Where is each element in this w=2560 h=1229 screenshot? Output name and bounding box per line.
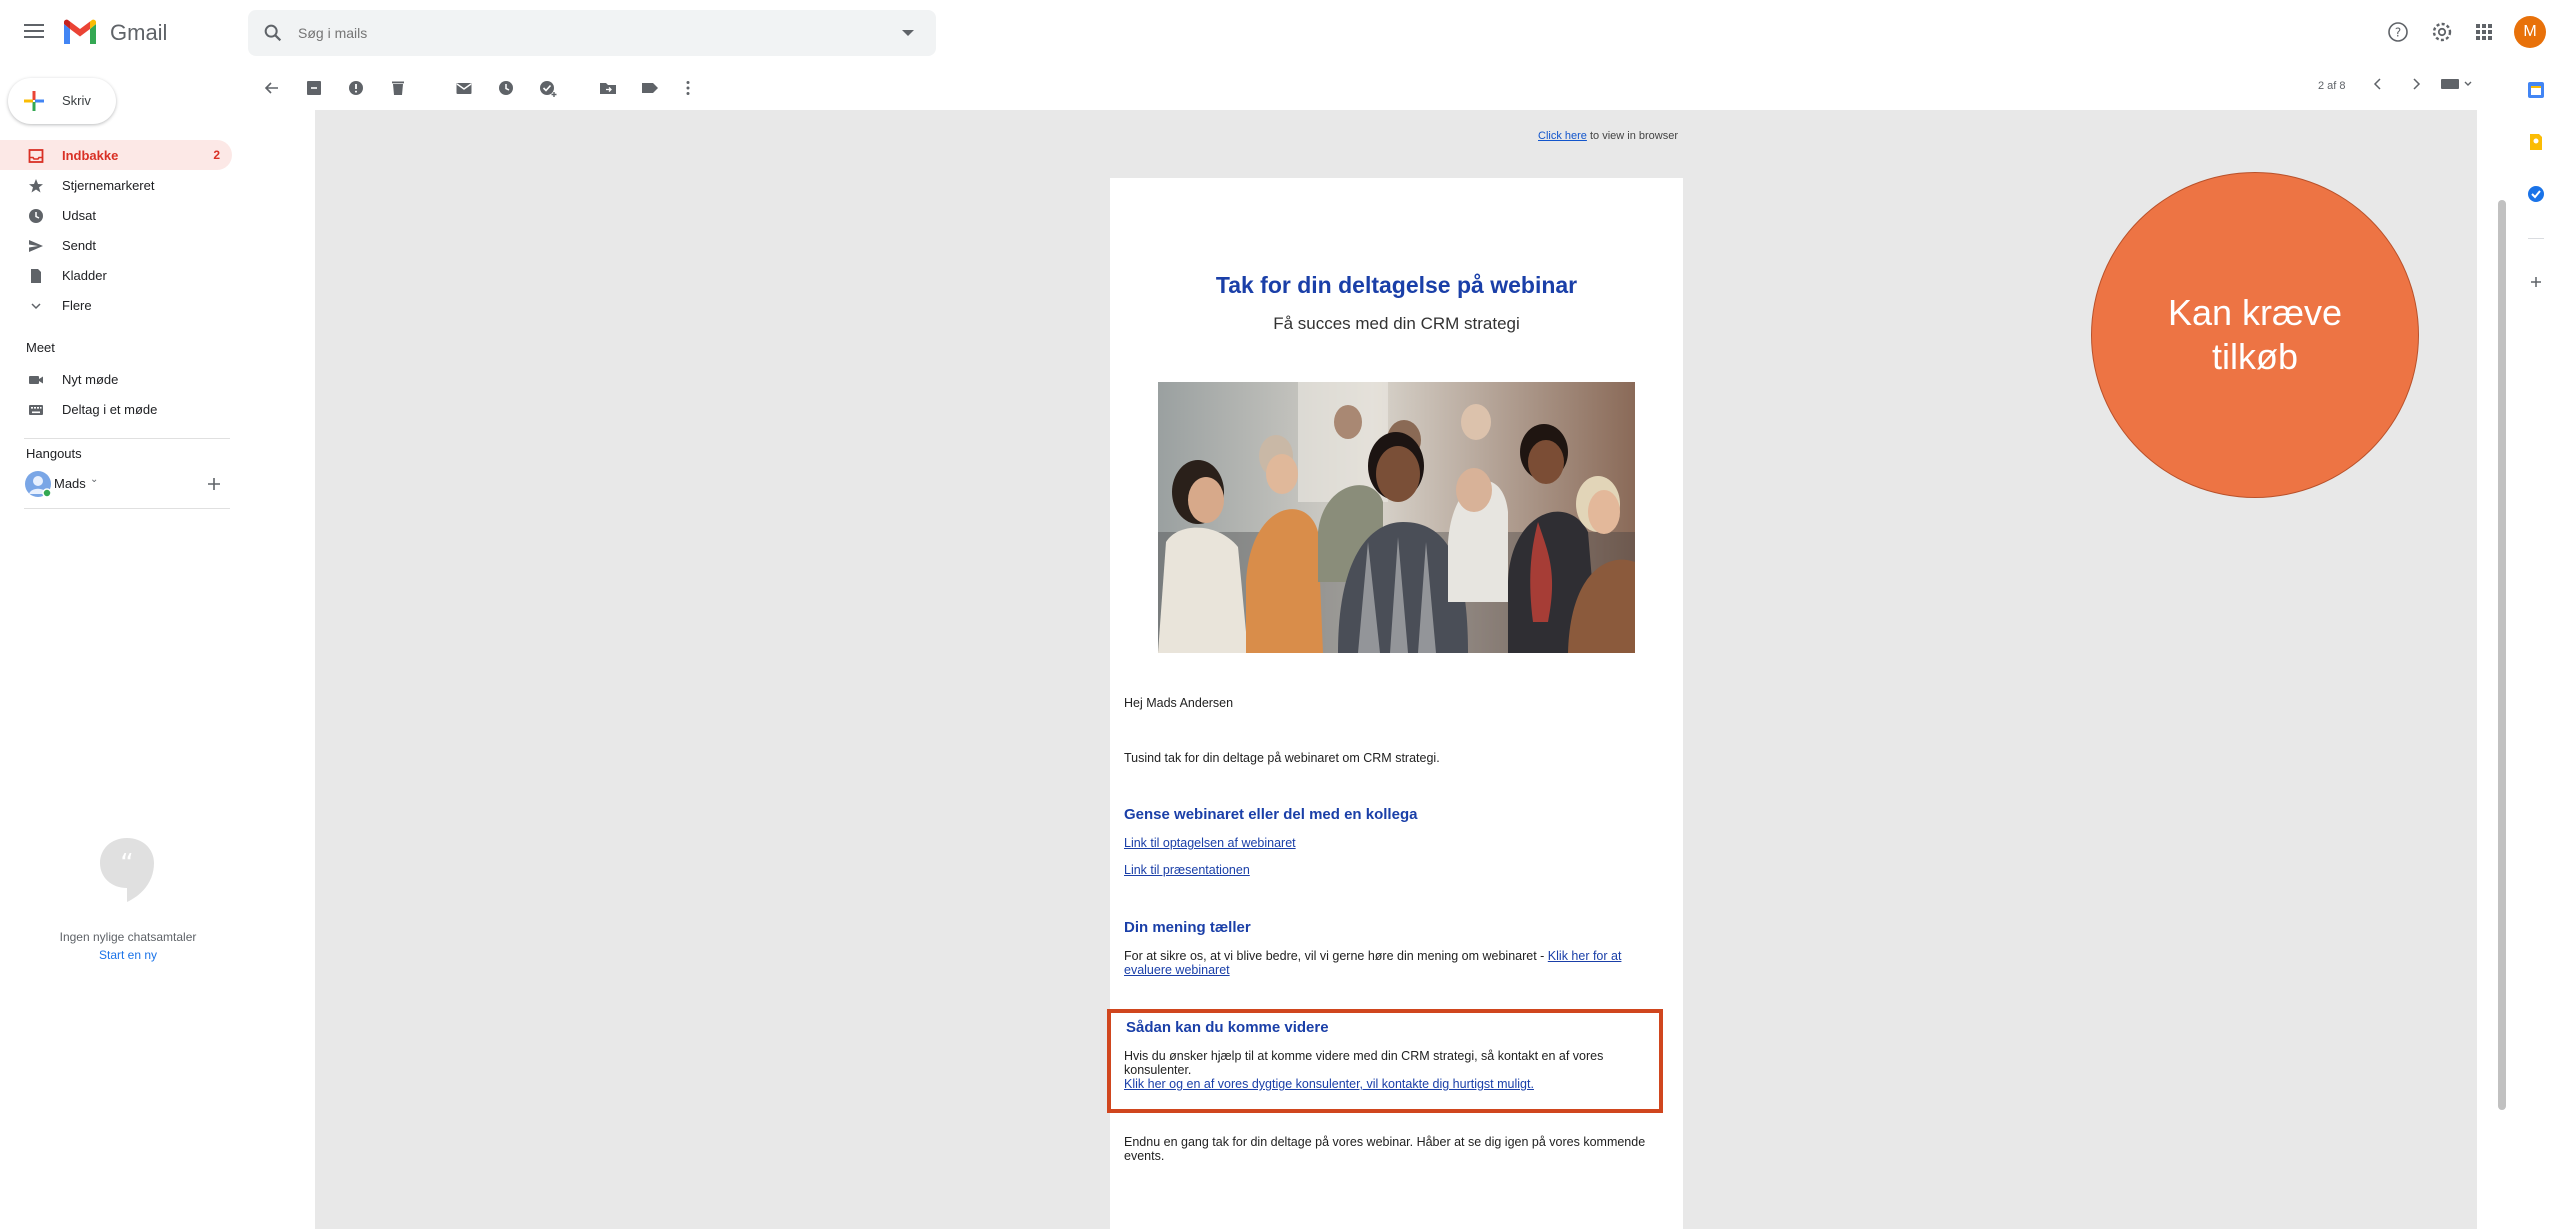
inbox-unread-count: 2 bbox=[213, 148, 220, 162]
presentation-link[interactable]: Link til præsentationen bbox=[1124, 863, 1250, 877]
chevron-down-icon bbox=[31, 303, 41, 310]
sidebar-item-more[interactable]: Flere bbox=[0, 290, 232, 320]
sidebar-item-join-meeting[interactable]: Deltag i et møde bbox=[0, 394, 232, 424]
reading-pane-scrollbar[interactable] bbox=[2498, 200, 2506, 1110]
sidebar-item-snoozed[interactable]: Udsat bbox=[0, 200, 232, 230]
user-avatar-icon bbox=[25, 471, 52, 498]
feedback-paragraph: For at sikre os, at vi blive bedre, vil … bbox=[1124, 949, 1664, 977]
tasks-icon[interactable] bbox=[2526, 184, 2546, 204]
meet-section-title: Meet bbox=[26, 340, 55, 355]
compose-button[interactable]: Skriv bbox=[8, 78, 116, 124]
section-heading-rewatch: Gense webinaret eller del med en kollega bbox=[1124, 806, 1418, 823]
email-greeting: Hej Mads Andersen bbox=[1124, 696, 1234, 710]
user-status-chevron-down-icon[interactable]: ⌄ bbox=[90, 474, 98, 485]
callout-circle: Kan kræve tilkøb bbox=[2091, 172, 2419, 498]
webinar-audience-photo bbox=[1158, 382, 1635, 653]
chat-empty-state: Ingen nylige chatsamtaler Start en ny bbox=[30, 930, 226, 962]
clock-icon bbox=[29, 209, 43, 223]
more-options-vertical-icon[interactable] bbox=[678, 78, 698, 98]
sidebar-item-inbox[interactable]: Indbakke 2 bbox=[0, 140, 232, 170]
sidebar-item-drafts[interactable]: Kladder bbox=[0, 260, 232, 290]
compose-plus-icon bbox=[24, 91, 44, 111]
add-chat-plus-icon[interactable] bbox=[206, 476, 222, 492]
sidebar-item-label: Udsat bbox=[62, 208, 96, 223]
inbox-icon bbox=[28, 149, 44, 163]
draft-file-icon bbox=[31, 269, 41, 283]
sidebar-item-sent[interactable]: Sendt bbox=[0, 230, 232, 260]
older-chevron-right-icon[interactable] bbox=[2408, 76, 2424, 92]
search-options-chevron-down-icon[interactable] bbox=[902, 30, 914, 36]
move-to-folder-icon[interactable] bbox=[598, 78, 618, 98]
sidebar-item-new-meeting[interactable]: Nyt møde bbox=[0, 364, 232, 394]
help-icon[interactable]: ? bbox=[2386, 20, 2410, 44]
recording-link[interactable]: Link til optagelsen af webinaret bbox=[1124, 836, 1296, 850]
app-brand: Gmail bbox=[110, 20, 168, 45]
highlight-box-next-steps bbox=[1107, 1009, 1663, 1113]
newer-chevron-left-icon[interactable] bbox=[2370, 76, 2386, 92]
message-toolbar bbox=[248, 68, 2478, 110]
get-addons-plus-icon[interactable] bbox=[2526, 272, 2546, 292]
nav-divider bbox=[24, 438, 230, 439]
sidebar-item-starred[interactable]: Stjernemarkeret bbox=[0, 170, 232, 200]
report-spam-icon[interactable] bbox=[346, 78, 366, 98]
chat-empty-text: Ingen nylige chatsamtaler bbox=[59, 930, 197, 944]
search-bar[interactable] bbox=[248, 10, 936, 56]
archive-icon[interactable] bbox=[304, 78, 324, 98]
view-in-browser-line: Click here to view in browser bbox=[1538, 130, 1678, 142]
settings-gear-icon[interactable] bbox=[2430, 20, 2454, 44]
sidebar-item-label: Indbakke bbox=[62, 148, 119, 163]
search-icon[interactable] bbox=[262, 22, 284, 44]
side-panel-divider bbox=[2528, 238, 2544, 239]
video-camera-icon bbox=[29, 376, 43, 384]
email-subtitle: Få succes med din CRM strategi bbox=[1273, 314, 1520, 333]
section-heading-feedback: Din mening tæller bbox=[1124, 919, 1251, 936]
view-in-browser-suffix: to view in browser bbox=[1586, 130, 1678, 142]
send-icon bbox=[29, 240, 43, 252]
sidebar-item-label: Stjernemarkeret bbox=[62, 178, 155, 193]
sidebar-item-label: Kladder bbox=[62, 268, 107, 283]
account-avatar[interactable]: M bbox=[2514, 16, 2546, 48]
feedback-text: For at sikre os, at vi blive bedre, vil … bbox=[1124, 949, 1548, 963]
calendar-icon[interactable] bbox=[2526, 80, 2546, 100]
closing-text: Endnu en gang tak for din deltage på vor… bbox=[1124, 1135, 1646, 1163]
gmail-logo-icon[interactable] bbox=[62, 18, 98, 46]
callout-text: Kan kræve tilkøb bbox=[2167, 292, 2343, 377]
nav-divider bbox=[24, 508, 230, 509]
hangouts-user-name: Mads bbox=[54, 476, 86, 491]
snooze-clock-icon[interactable] bbox=[496, 78, 516, 98]
back-arrow-icon[interactable] bbox=[262, 78, 282, 98]
label-tag-icon[interactable] bbox=[640, 78, 660, 98]
hangouts-section-title: Hangouts bbox=[26, 446, 82, 461]
email-title: Tak for din deltagelse på webinar bbox=[1215, 272, 1578, 298]
email-thanks-text: Tusind tak for din deltage på webinaret … bbox=[1124, 751, 1440, 765]
add-to-tasks-icon[interactable] bbox=[538, 78, 558, 98]
start-new-chat-link[interactable]: Start en ny bbox=[30, 948, 226, 962]
top-bar: Gmail ? M bbox=[0, 0, 2560, 64]
sidebar-item-label: Flere bbox=[62, 298, 92, 313]
input-tools-keyboard-icon[interactable] bbox=[2440, 76, 2474, 92]
sidebar-item-label: Sendt bbox=[62, 238, 96, 253]
star-icon bbox=[29, 179, 43, 193]
sidebar-item-label: Deltag i et møde bbox=[62, 402, 158, 417]
search-input[interactable] bbox=[298, 20, 858, 46]
svg-text:?: ? bbox=[2395, 26, 2401, 40]
hangouts-user[interactable]: Mads ⌄ bbox=[24, 470, 214, 498]
keyboard-icon bbox=[29, 405, 43, 415]
mark-unread-mail-icon[interactable] bbox=[454, 78, 474, 98]
delete-trash-icon[interactable] bbox=[388, 78, 408, 98]
svg-text:“: “ bbox=[120, 849, 133, 879]
main-menu-icon[interactable] bbox=[22, 20, 46, 44]
sidebar-item-label: Nyt møde bbox=[62, 372, 119, 387]
view-in-browser-link[interactable]: Click here bbox=[1538, 130, 1587, 142]
compose-label: Skriv bbox=[62, 93, 91, 108]
keep-notes-icon[interactable] bbox=[2526, 132, 2546, 152]
chat-bubble-icon: “ bbox=[100, 838, 154, 902]
pagination-counter: 2 af 8 bbox=[2318, 80, 2346, 92]
apps-grid-icon[interactable] bbox=[2472, 20, 2496, 44]
